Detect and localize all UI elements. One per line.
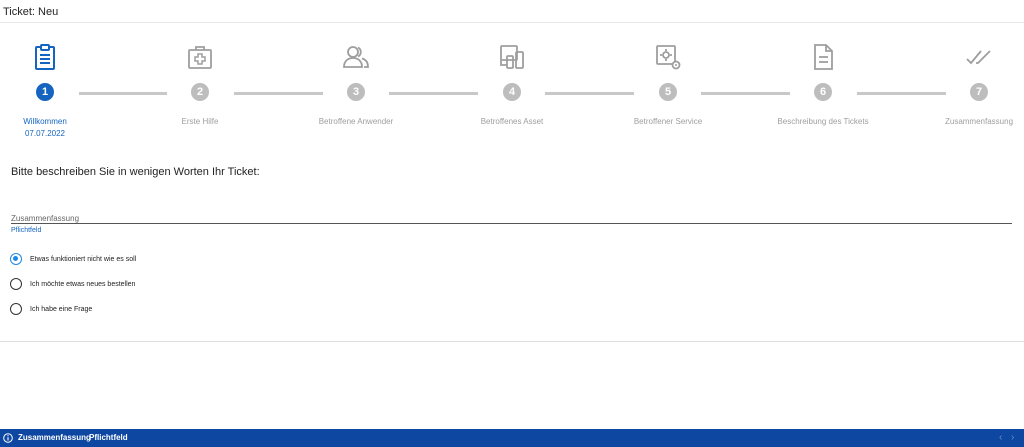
radio-label: Etwas funktioniert nicht wie es soll [30, 255, 137, 263]
wizard-stepper: 1 Willkommen 07.07.2022 2 Erste Hilfe 3 … [0, 36, 1024, 146]
page-title: Ticket: Neu [3, 6, 59, 18]
first-aid-icon [188, 46, 212, 69]
step-number: 7 [970, 83, 988, 101]
option-something-broken[interactable]: Etwas funktioniert nicht wie es soll [10, 252, 136, 266]
double-check-icon [966, 50, 991, 65]
users-icon [343, 46, 369, 68]
step-number: 1 [36, 83, 54, 101]
step-number: 2 [191, 83, 209, 101]
step-connector [857, 92, 946, 95]
step-label: Beschreibung des Tickets [777, 117, 869, 126]
step-connector [234, 92, 323, 95]
content-divider [0, 341, 1024, 342]
radio-label: Ich möchte etwas neues bestellen [30, 280, 136, 288]
step-connector [79, 92, 167, 95]
step-connector [545, 92, 634, 95]
clipboard-icon [35, 44, 55, 70]
document-icon [814, 44, 833, 70]
status-bar: Zusammenfassung Pflichtfeld ‹ › [0, 429, 1024, 447]
step-number: 3 [347, 83, 365, 101]
form-question: Bitte beschreiben Sie in wenigen Worten … [11, 166, 260, 178]
chevron-right-icon[interactable]: › [1011, 432, 1014, 443]
info-icon [3, 433, 13, 443]
option-question[interactable]: Ich habe eine Frage [10, 302, 92, 316]
step-label: Willkommen [23, 117, 67, 126]
option-order-something[interactable]: Ich möchte etwas neues bestellen [10, 277, 135, 291]
service-gear-icon [656, 45, 681, 70]
step-label: Betroffene Anwender [318, 117, 394, 126]
radio-button[interactable] [10, 253, 22, 265]
step-connector [701, 92, 790, 95]
step-date: 07.07.2022 [24, 129, 66, 138]
summary-input[interactable] [11, 211, 1012, 226]
required-hint: Pflichtfeld [11, 227, 42, 234]
radio-label: Ich habe eine Frage [30, 305, 93, 313]
step-label: Zusammenfassung [944, 117, 1014, 126]
summary-field [11, 208, 1012, 226]
step-connector [389, 92, 478, 95]
step-number: 4 [503, 83, 521, 101]
radio-button[interactable] [10, 303, 22, 315]
title-bar: Ticket: Neu [0, 0, 1024, 23]
status-message: Pflichtfeld [89, 433, 128, 442]
status-field-name[interactable]: Zusammenfassung [18, 433, 91, 442]
step-number: 5 [659, 83, 677, 101]
devices-icon [500, 45, 524, 69]
step-number: 6 [814, 83, 832, 101]
step-label: Betroffener Service [633, 117, 703, 126]
radio-button[interactable] [10, 278, 22, 290]
step-label: Erste Hilfe [181, 117, 219, 126]
step-label: Betroffenes Asset [480, 117, 544, 126]
chevron-left-icon[interactable]: ‹ [999, 432, 1002, 443]
